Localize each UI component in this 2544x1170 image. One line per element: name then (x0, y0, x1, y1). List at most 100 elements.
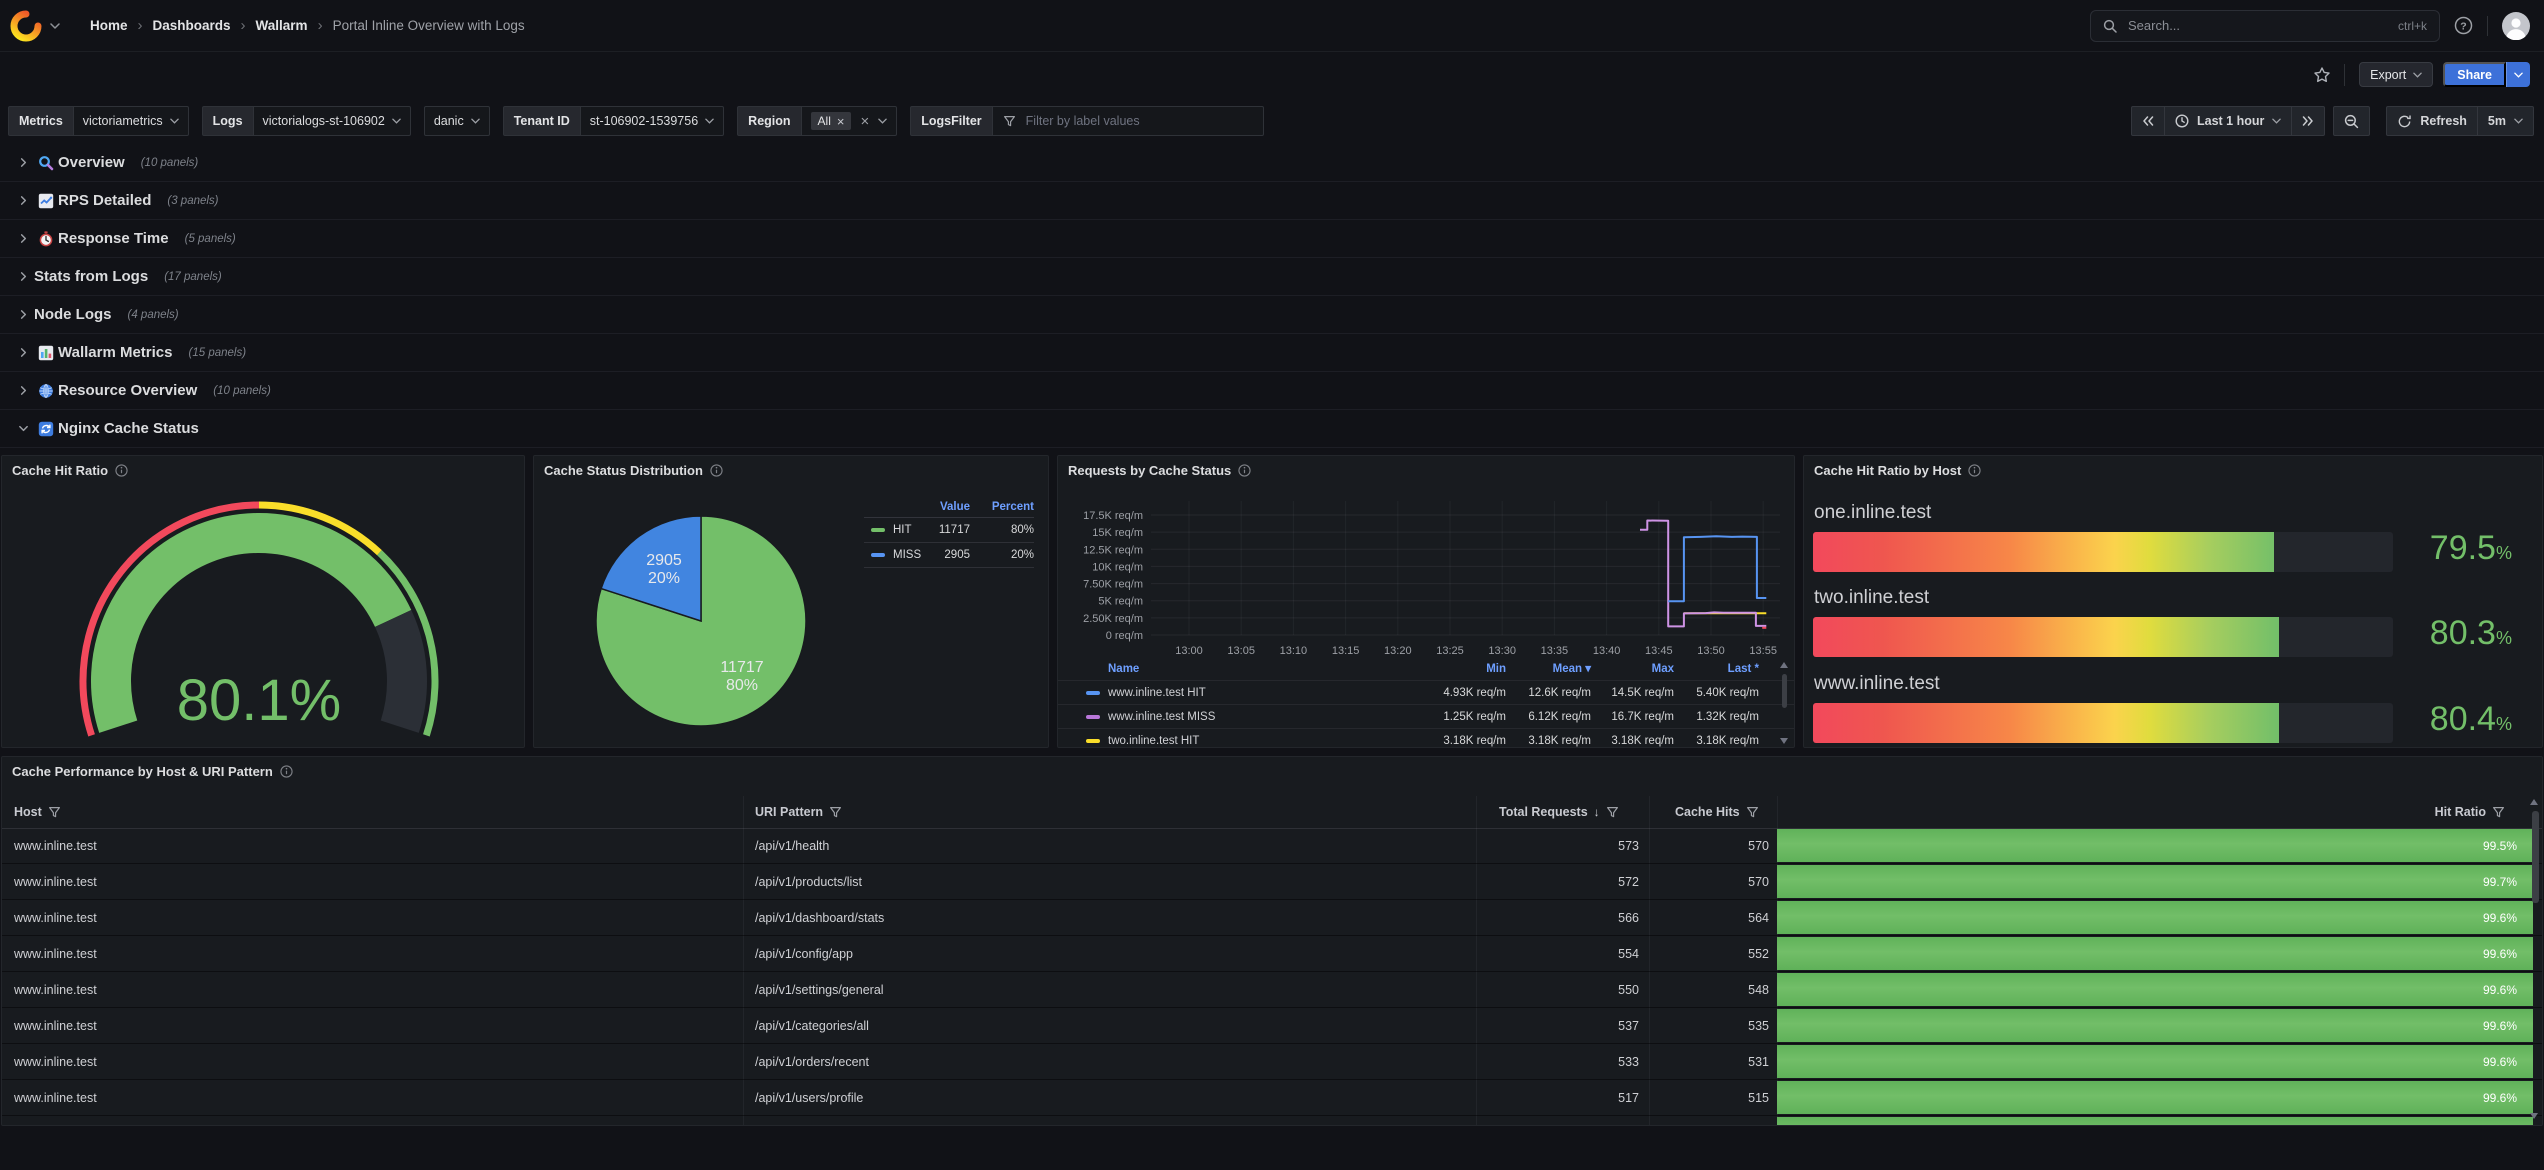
series-mean: 12.6K req/m (1528, 681, 1591, 705)
bar-chart-icon (34, 345, 58, 361)
column-header-host[interactable]: Host (14, 796, 61, 828)
time-range-group: Last 1 hour (2131, 106, 2325, 136)
time-shift-forward-button[interactable] (2292, 107, 2324, 135)
magnifier-icon (34, 155, 58, 171)
legend-row: two.inline.test HIT 3.18K req/m 3.18K re… (1058, 728, 1795, 748)
cell-cache-hits: 515 (1650, 1080, 1769, 1116)
cell-host: www.inline.test (14, 936, 97, 972)
filter-funnel-icon[interactable] (2492, 806, 2505, 819)
logo-menu-chevron-icon[interactable] (50, 23, 60, 29)
grafana-logo-icon[interactable] (10, 10, 42, 42)
series-name[interactable]: www.inline.test MISS (1108, 705, 1215, 729)
info-icon[interactable] (115, 464, 128, 477)
cell-host: www.inline.test (14, 1044, 97, 1080)
search-input[interactable] (2126, 17, 2398, 34)
refresh-interval-picker[interactable]: 5m (2478, 107, 2533, 135)
chevron-right-icon (12, 271, 34, 282)
chevron-down-icon (170, 118, 179, 124)
zoom-out-button[interactable] (2334, 107, 2369, 135)
dashboard-row-wallarm-metrics[interactable]: Wallarm Metrics (15 panels) (0, 334, 2544, 372)
table-scrollbar[interactable] (2532, 811, 2539, 903)
variable-value-dropdown[interactable]: victoriametrics (73, 106, 189, 136)
legend-scroll-up-icon[interactable] (1780, 662, 1788, 668)
adhoc-filter[interactable] (992, 106, 1264, 136)
series-min: 1.25K req/m (1443, 705, 1506, 729)
bar-gauge-value: 80.3% (2212, 614, 2512, 653)
panel-requests-by-cache-status: Requests by Cache Status 0 req/m2.50K re… (1057, 455, 1795, 748)
series-name[interactable]: HIT (893, 518, 912, 543)
chevron-right-icon (12, 195, 34, 206)
cell-hit-ratio-bar: 99.5% (1777, 829, 2533, 862)
cell-uri-pattern: /api/v1/categories/all (755, 1008, 869, 1044)
legend-sort-value[interactable]: Value (940, 497, 970, 518)
series-name[interactable]: MISS (893, 543, 921, 568)
stopwatch-icon (34, 231, 58, 247)
dashboard-row-response-time[interactable]: Response Time (5 panels) (0, 220, 2544, 258)
filter-funnel-icon[interactable] (1606, 806, 1619, 819)
dashboard-row-overview[interactable]: Overview (10 panels) (0, 144, 2544, 182)
column-header-cache-hits[interactable]: Cache Hits (1675, 796, 1759, 828)
search-box[interactable]: ctrl+k (2090, 10, 2440, 42)
series-value: 2905 (944, 543, 970, 568)
legend-sort-max[interactable]: Max (1652, 658, 1674, 680)
legend-scrollbar[interactable] (1782, 674, 1787, 708)
dashboard-row-node-logs[interactable]: Node Logs (4 panels) (0, 296, 2544, 334)
legend-sort-percent[interactable]: Percent (992, 497, 1034, 518)
share-menu-chevron-icon[interactable] (2506, 62, 2530, 87)
info-icon[interactable] (1238, 464, 1251, 477)
column-header-hit-ratio[interactable]: Hit Ratio (2435, 796, 2505, 828)
export-button[interactable]: Export (2359, 62, 2433, 87)
adhoc-filter-input[interactable] (1024, 113, 1253, 129)
series-max: 14.5K req/m (1611, 681, 1674, 705)
avatar[interactable] (2502, 12, 2530, 40)
legend-sort-name[interactable]: Name (1108, 658, 1139, 680)
legend-sort-min[interactable]: Min (1486, 658, 1506, 680)
help-icon[interactable]: ? (2454, 16, 2473, 35)
filter-funnel-icon[interactable] (1746, 806, 1759, 819)
top-nav: Home›Dashboards›Wallarm›Portal Inline Ov… (0, 0, 2544, 52)
time-range-picker[interactable]: Last 1 hour (2165, 107, 2292, 135)
panel-header[interactable]: Cache Status Distribution (534, 456, 1048, 484)
breadcrumb-item[interactable]: Home (90, 18, 128, 33)
variable-value-dropdown[interactable]: victorialogs-st-106902 (253, 106, 411, 136)
clear-selection-icon[interactable]: × (860, 114, 869, 129)
globe-icon (34, 383, 58, 399)
table-scroll-down-icon[interactable] (2530, 1113, 2538, 1119)
variable-selected-chip[interactable]: All× (811, 112, 852, 130)
cell-cache-hits: 531 (1650, 1044, 1769, 1080)
filter-funnel-icon[interactable] (829, 806, 842, 819)
table-scroll-up-icon[interactable] (2530, 799, 2538, 805)
variable-value: victorialogs-st-106902 (263, 114, 385, 128)
breadcrumb-item[interactable]: Wallarm (256, 18, 308, 33)
breadcrumb-separator: › (231, 17, 256, 34)
dashboard-row-resource-overview[interactable]: Resource Overview (10 panels) (0, 372, 2544, 410)
share-button[interactable]: Share (2443, 62, 2506, 87)
panel-header[interactable]: Requests by Cache Status (1058, 456, 1794, 484)
info-icon[interactable] (1968, 464, 1981, 477)
series-name[interactable]: two.inline.test HIT (1108, 729, 1199, 748)
dashboard-row-rps-detailed[interactable]: RPS Detailed (3 panels) (0, 182, 2544, 220)
series-value: 11717 (939, 518, 970, 543)
variable-value-dropdown[interactable]: st-106902-1539756 (580, 106, 724, 136)
favorite-star-icon[interactable] (2312, 65, 2332, 85)
variable-value-dropdown[interactable]: All× × (801, 106, 898, 136)
legend-sort-mean[interactable]: Mean ▾ (1553, 658, 1591, 680)
filter-funnel-icon[interactable] (48, 806, 61, 819)
column-header-uri-pattern[interactable]: URI Pattern (755, 796, 842, 828)
legend-scroll-down-icon[interactable] (1780, 738, 1788, 744)
dashboard-row-stats-from-logs[interactable]: Stats from Logs (17 panels) (0, 258, 2544, 296)
panel-header[interactable]: Cache Performance by Host & URI Pattern (2, 757, 2542, 785)
dashboard-row-nginx-cache-status[interactable]: Nginx Cache Status (0, 410, 2544, 448)
legend-sort-last[interactable]: Last * (1728, 658, 1759, 680)
series-name[interactable]: www.inline.test HIT (1108, 681, 1206, 705)
panel-header[interactable]: Cache Hit Ratio (2, 456, 524, 484)
refresh-button[interactable]: Refresh (2387, 107, 2478, 135)
info-icon[interactable] (280, 765, 293, 778)
column-header-total-requests[interactable]: Total Requests↓ (1499, 796, 1619, 828)
variable-value-dropdown[interactable]: danic (424, 106, 490, 136)
remove-chip-icon[interactable]: × (837, 115, 845, 128)
panel-header[interactable]: Cache Hit Ratio by Host (1804, 456, 2542, 484)
time-shift-back-button[interactable] (2132, 107, 2165, 135)
info-icon[interactable] (710, 464, 723, 477)
breadcrumb-item[interactable]: Dashboards (153, 18, 231, 33)
